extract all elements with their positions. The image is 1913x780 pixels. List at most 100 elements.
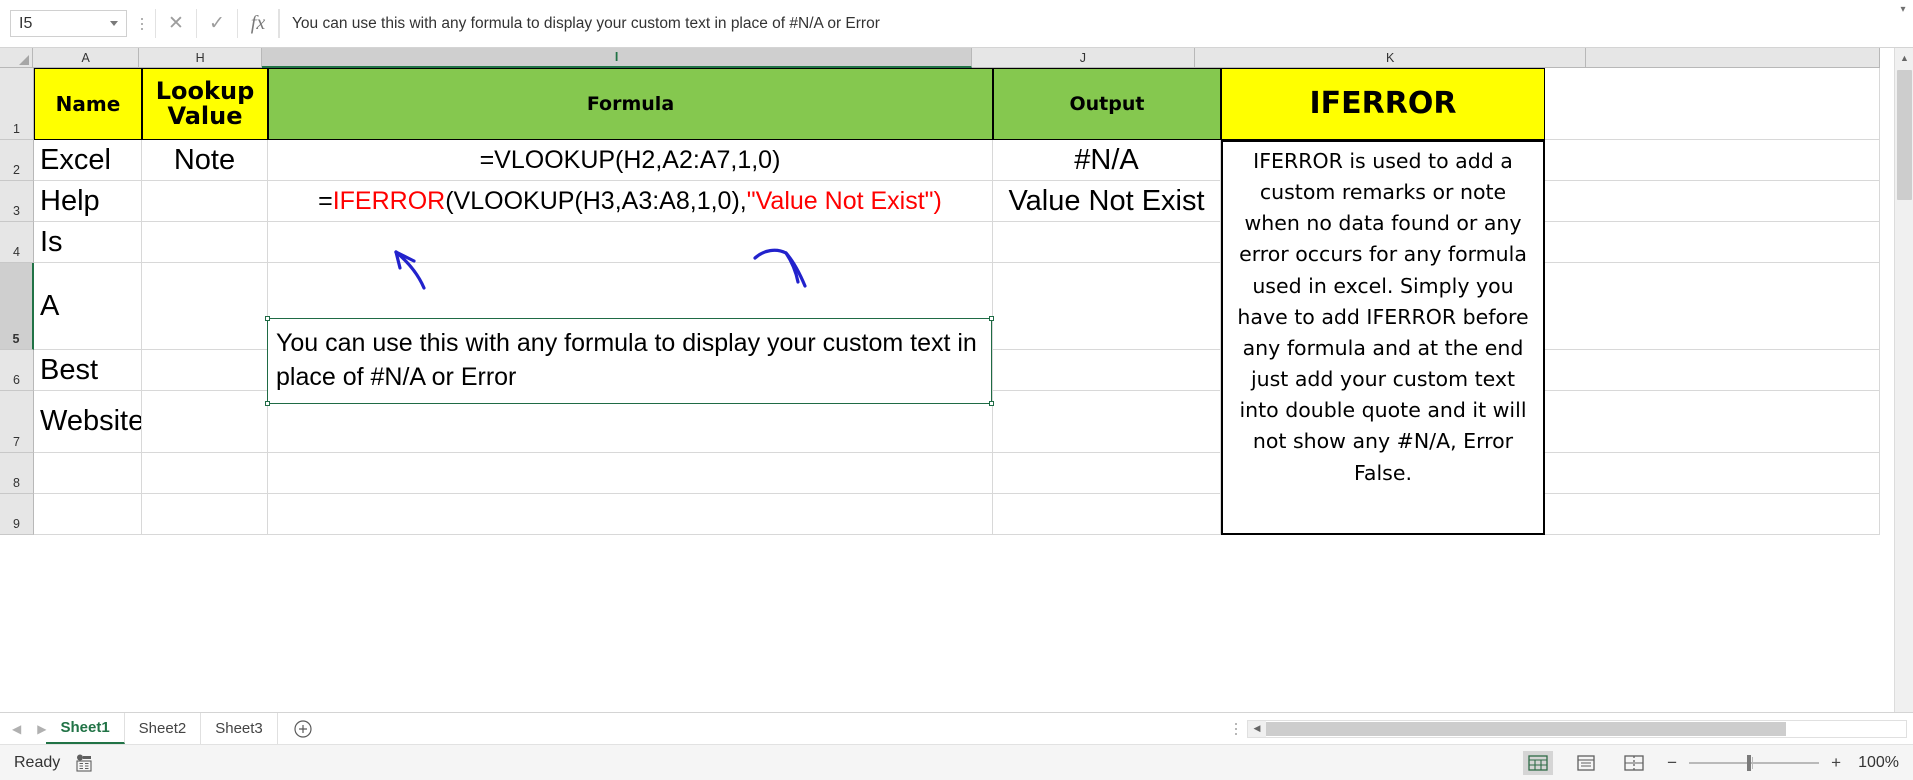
select-all-corner[interactable] — [0, 48, 34, 68]
column-header-blank[interactable] — [1586, 48, 1880, 68]
page-layout-icon[interactable] — [1571, 751, 1601, 775]
formula-bar-expand-icon[interactable]: ▾ — [1893, 1, 1913, 47]
cell-h4[interactable] — [142, 222, 268, 263]
cell-i4[interactable] — [268, 222, 993, 263]
cell-blank[interactable] — [1545, 181, 1880, 222]
scroll-up-icon[interactable]: ▲ — [1895, 48, 1913, 67]
cell-a5[interactable]: A — [34, 263, 142, 350]
cell-i8[interactable] — [268, 453, 993, 494]
cell-blank[interactable] — [1545, 222, 1880, 263]
cell-blank[interactable] — [1545, 391, 1880, 453]
row-header-9[interactable]: 9 — [0, 494, 34, 535]
zoom-slider-thumb[interactable] — [1747, 754, 1752, 771]
add-sheet-icon[interactable] — [288, 713, 318, 744]
sheet-tab-sheet2[interactable]: Sheet2 — [125, 713, 202, 744]
callout-textbox[interactable]: You can use this with any formula to dis… — [265, 316, 994, 406]
vertical-scrollbar-thumb[interactable] — [1897, 70, 1912, 200]
row-header-1[interactable]: 1 — [0, 68, 34, 140]
resize-handle-br[interactable] — [989, 401, 994, 406]
horizontal-scrollbar-thumb[interactable] — [1266, 721, 1786, 736]
close-icon[interactable]: ✕ — [156, 9, 196, 38]
cell-i3-iferror-formula[interactable]: = IFERROR (VLOOKUP(H3,A3:A8,1,0), "Value No… — [268, 181, 993, 222]
cell-j7[interactable] — [993, 391, 1221, 453]
cell-blank[interactable] — [1545, 453, 1880, 494]
cell-j2-output[interactable]: #N/A — [993, 140, 1221, 181]
cell-k1-iferror-header[interactable]: IFERROR — [1221, 68, 1545, 140]
cell-j5[interactable] — [993, 263, 1221, 350]
cell-j3-output[interactable]: Value Not Exist — [993, 181, 1221, 222]
check-icon[interactable]: ✓ — [197, 9, 237, 38]
sheet-tab-sheet3[interactable]: Sheet3 — [201, 713, 278, 744]
chevron-down-icon[interactable] — [110, 21, 118, 26]
cell-blank[interactable] — [1545, 494, 1880, 535]
name-box-resize-handle[interactable] — [133, 10, 151, 37]
cell-h9[interactable] — [142, 494, 268, 535]
cell-h6[interactable] — [142, 350, 268, 391]
cell-a7[interactable]: Website — [34, 391, 142, 453]
row-header-7[interactable]: 7 — [0, 391, 34, 453]
cell-blank[interactable] — [1545, 68, 1880, 140]
column-header-row: A H I J K — [0, 48, 1880, 68]
horizontal-scroll-track[interactable] — [1266, 720, 1906, 737]
cell-blank[interactable] — [1545, 350, 1880, 391]
chevron-right-icon[interactable]: ▶ — [37, 722, 46, 736]
cell-k2-iferror-description[interactable]: IFERROR is used to add a custom remarks … — [1221, 140, 1545, 535]
cell-j4[interactable] — [993, 222, 1221, 263]
cell-blank[interactable] — [1545, 263, 1880, 350]
cell-i1-formula-header[interactable]: Formula — [268, 68, 993, 140]
cell-j9[interactable] — [993, 494, 1221, 535]
sheet-tab-sheet1[interactable]: Sheet1 — [46, 713, 125, 744]
zoom-slider[interactable] — [1689, 754, 1820, 771]
page-layout-glyph — [1577, 754, 1595, 771]
vertical-scrollbar[interactable]: ▲ ▼ — [1894, 48, 1913, 732]
page-break-preview-icon[interactable] — [1619, 751, 1649, 775]
record-macro-icon[interactable] — [74, 754, 94, 772]
resize-handle-tr[interactable] — [989, 316, 994, 321]
column-header-a[interactable]: A — [33, 48, 139, 68]
cell-a1-name-header[interactable]: Name — [34, 68, 142, 140]
zoom-control: − + 100% — [1667, 753, 1899, 773]
insert-function-icon[interactable]: fx — [238, 9, 278, 38]
column-header-k[interactable]: K — [1194, 48, 1587, 68]
chevron-left-icon[interactable]: ◀ — [12, 722, 21, 736]
cell-j8[interactable] — [993, 453, 1221, 494]
cell-a2[interactable]: Excel — [34, 140, 142, 181]
zoom-in-button[interactable]: + — [1831, 753, 1841, 773]
zoom-out-button[interactable]: − — [1667, 753, 1677, 773]
row-header-6[interactable]: 6 — [0, 350, 34, 391]
zoom-level-label[interactable]: 100% — [1853, 754, 1899, 772]
scroll-left-icon[interactable]: ◀ — [1248, 721, 1266, 737]
cell-h8[interactable] — [142, 453, 268, 494]
normal-view-icon[interactable] — [1523, 750, 1554, 775]
tab-split-handle[interactable] — [1235, 722, 1237, 735]
resize-handle-bl[interactable] — [265, 401, 270, 406]
cell-a8[interactable] — [34, 453, 142, 494]
cell-h1-lookup-value-header[interactable]: Lookup Value — [142, 68, 268, 140]
horizontal-scrollbar[interactable]: ◀ — [1247, 719, 1907, 738]
cell-a4[interactable]: Is — [34, 222, 142, 263]
cell-a9[interactable] — [34, 494, 142, 535]
cell-i2-formula[interactable]: =VLOOKUP(H2,A2:A7,1,0) — [268, 140, 993, 181]
row-header-4[interactable]: 4 — [0, 222, 34, 263]
formula-input[interactable]: You can use this with any formula to dis… — [279, 9, 1893, 38]
cell-h3[interactable] — [142, 181, 268, 222]
cell-i9[interactable] — [268, 494, 993, 535]
cell-a6[interactable]: Best — [34, 350, 142, 391]
row-header-2[interactable]: 2 — [0, 140, 34, 181]
cell-h5[interactable] — [142, 263, 268, 350]
column-header-j[interactable]: J — [971, 48, 1195, 68]
row-header-5[interactable]: 5 — [0, 263, 34, 350]
cell-h2[interactable]: Note — [142, 140, 268, 181]
row-header-3[interactable]: 3 — [0, 181, 34, 222]
resize-handle-tl[interactable] — [265, 316, 270, 321]
cell-h7[interactable] — [142, 391, 268, 453]
cell-j1-output-header[interactable]: Output — [993, 68, 1221, 140]
cell-a3[interactable]: Help — [34, 181, 142, 222]
column-header-i[interactable]: I — [262, 48, 972, 68]
cell-blank[interactable] — [1545, 140, 1880, 181]
name-box[interactable]: I5 — [10, 10, 127, 37]
plus-circle-icon — [294, 719, 312, 738]
column-header-h[interactable]: H — [139, 48, 263, 68]
row-header-8[interactable]: 8 — [0, 453, 34, 494]
cell-j6[interactable] — [993, 350, 1221, 391]
